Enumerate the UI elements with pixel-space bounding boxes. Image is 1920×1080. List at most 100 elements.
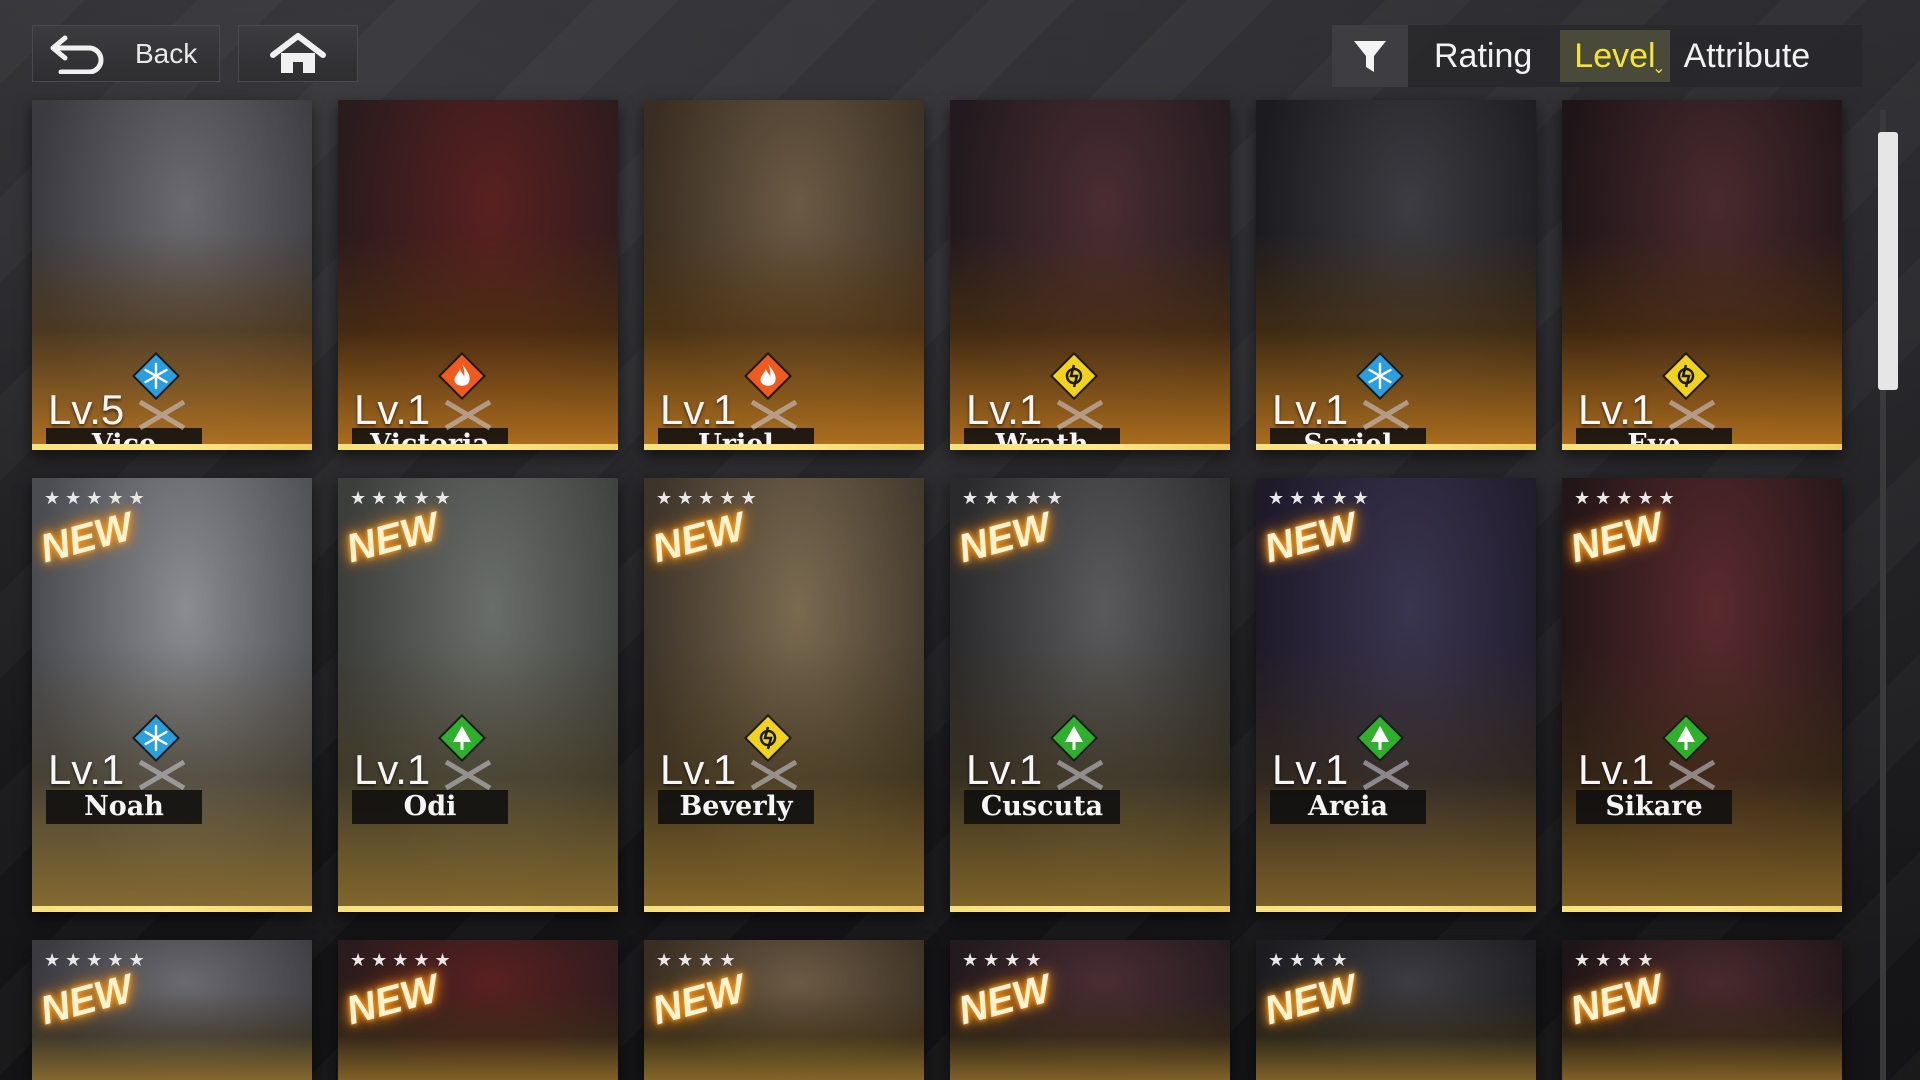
rank-emblem-icon [1054, 759, 1106, 791]
character-card[interactable]: ★★★★★ NEW [338, 940, 618, 1080]
card-gold-trim [644, 444, 924, 450]
character-level: Lv.1 [1272, 746, 1349, 793]
rank-emblem-icon [1054, 399, 1106, 431]
character-card[interactable]: Uriel Lv.1 [644, 100, 924, 450]
rank-emblem-icon [136, 399, 188, 431]
fire-attribute-icon [743, 351, 793, 401]
character-level: Lv.1 [966, 746, 1043, 793]
rank-emblem-icon [748, 759, 800, 791]
rank-emblem-icon [442, 759, 494, 791]
card-gold-trim [32, 444, 312, 450]
character-card[interactable]: ★★★★★ NEW Noah Lv.1 [32, 478, 312, 912]
character-card[interactable]: ★★★★ NEW [644, 940, 924, 1080]
filter-button[interactable] [1332, 25, 1408, 87]
character-name: Sikare [1576, 790, 1732, 824]
character-card[interactable]: ★★★★★ NEW Odi Lv.1 [338, 478, 618, 912]
card-gold-trim [1562, 906, 1842, 912]
electric-attribute-icon [1049, 351, 1099, 401]
character-card[interactable]: ★★★★★ NEW Areia Lv.1 [1256, 478, 1536, 912]
back-label: Back [135, 37, 198, 69]
rank-emblem-icon [442, 399, 494, 431]
character-card[interactable]: ★★★★★ NEW Sikare Lv.1 [1562, 478, 1842, 912]
electric-attribute-icon [743, 713, 793, 763]
character-card[interactable]: Sariel Lv.1 [1256, 100, 1536, 450]
rank-emblem-icon [1666, 399, 1718, 431]
character-name: Noah [46, 790, 202, 824]
rating-stars: ★★★★ [656, 950, 741, 971]
rating-stars: ★★★★ [1574, 950, 1659, 971]
card-gold-trim [644, 906, 924, 912]
scrollbar-thumb[interactable] [1878, 132, 1898, 390]
rating-stars: ★★★★★ [656, 488, 762, 509]
character-card[interactable]: Victoria Lv.1 [338, 100, 618, 450]
rating-stars: ★★★★★ [1574, 488, 1680, 509]
character-card[interactable]: ★★★★★ NEW Beverly Lv.1 [644, 478, 924, 912]
sort-attribute-button[interactable]: Attribute [1670, 30, 1825, 82]
character-level: Lv.5 [48, 386, 125, 433]
electric-attribute-icon [1661, 351, 1711, 401]
character-list-screen: Back Rating Level ⌄ Attribute Vice Lv.5 Vi… [0, 0, 1920, 1080]
character-level: Lv.1 [354, 746, 431, 793]
card-gold-trim [338, 444, 618, 450]
rank-emblem-icon [1360, 759, 1412, 791]
character-level: Lv.1 [1272, 386, 1349, 433]
nature-attribute-icon [1355, 713, 1405, 763]
sort-level-label: Level [1574, 36, 1656, 75]
character-level: Lv.1 [660, 386, 737, 433]
character-card[interactable]: Eve Lv.1 [1562, 100, 1842, 450]
card-gold-trim [950, 906, 1230, 912]
sort-descending-icon: ⌄ [1652, 60, 1666, 77]
ice-attribute-icon [131, 351, 181, 401]
rank-emblem-icon [748, 399, 800, 431]
filter-icon [1354, 41, 1386, 72]
character-card[interactable]: ★★★★ NEW [1562, 940, 1842, 1080]
character-level: Lv.1 [48, 746, 125, 793]
sort-rating-button[interactable]: Rating [1420, 30, 1546, 82]
character-card[interactable]: ★★★★ NEW [950, 940, 1230, 1080]
character-card[interactable]: ★★★★★ NEW Cuscuta Lv.1 [950, 478, 1230, 912]
sort-bar: Rating Level ⌄ Attribute [1332, 25, 1862, 87]
card-gold-trim [338, 906, 618, 912]
card-gold-trim [32, 906, 312, 912]
sort-level-button[interactable]: Level ⌄ [1560, 30, 1670, 82]
rank-emblem-icon [1360, 399, 1412, 431]
ice-attribute-icon [1355, 351, 1405, 401]
character-level: Lv.1 [354, 386, 431, 433]
home-button[interactable] [238, 25, 358, 82]
nature-attribute-icon [1661, 713, 1711, 763]
home-icon [270, 32, 326, 73]
character-name: Odi [352, 790, 508, 824]
rating-stars: ★★★★★ [1268, 488, 1374, 509]
rating-stars: ★★★★★ [44, 950, 150, 971]
nature-attribute-icon [1049, 713, 1099, 763]
card-gold-trim [1256, 444, 1536, 450]
card-gold-trim [1256, 906, 1536, 912]
sort-attribute-label: Attribute [1683, 36, 1811, 75]
card-gold-trim [950, 444, 1230, 450]
character-card[interactable]: Wrath Lv.1 [950, 100, 1230, 450]
character-name: Beverly [658, 790, 814, 824]
character-card[interactable]: ★★★★ NEW [1256, 940, 1536, 1080]
rank-emblem-icon [1666, 759, 1718, 791]
character-name: Areia [1270, 790, 1426, 824]
rating-stars: ★★★★ [1268, 950, 1353, 971]
ice-attribute-icon [131, 713, 181, 763]
rating-stars: ★★★★ [962, 950, 1047, 971]
character-level: Lv.1 [966, 386, 1043, 433]
rank-emblem-icon [136, 759, 188, 791]
character-level: Lv.1 [1578, 386, 1655, 433]
card-gold-trim [1562, 444, 1842, 450]
rating-stars: ★★★★★ [350, 950, 456, 971]
character-card[interactable]: Vice Lv.5 [32, 100, 312, 450]
rating-stars: ★★★★★ [44, 488, 150, 509]
back-button[interactable]: Back [32, 25, 220, 82]
fire-attribute-icon [437, 351, 487, 401]
sort-rating-label: Rating [1434, 36, 1533, 75]
nature-attribute-icon [437, 713, 487, 763]
character-level: Lv.1 [660, 746, 737, 793]
character-card[interactable]: ★★★★★ NEW [32, 940, 312, 1080]
rating-stars: ★★★★★ [350, 488, 456, 509]
character-level: Lv.1 [1578, 746, 1655, 793]
rating-stars: ★★★★★ [962, 488, 1068, 509]
back-arrow-icon [50, 35, 104, 74]
